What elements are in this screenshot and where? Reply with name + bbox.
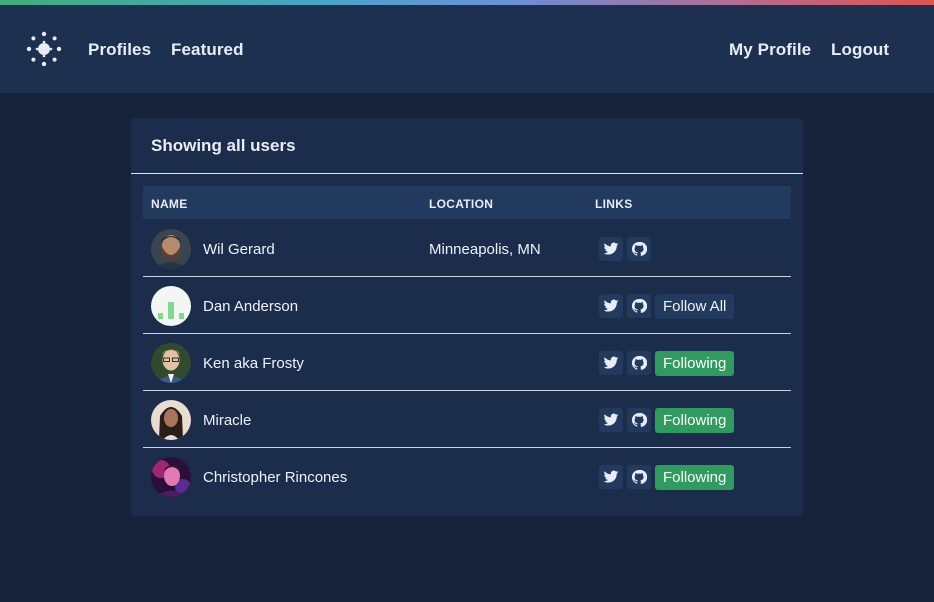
table-row: Wil Gerard Minneapolis, MN <box>143 220 791 277</box>
github-icon[interactable] <box>627 237 651 261</box>
card-title: Showing all users <box>151 136 296 155</box>
twitter-icon[interactable] <box>599 408 623 432</box>
user-location: Minneapolis, MN <box>429 241 541 258</box>
column-header-location: LOCATION <box>429 197 494 211</box>
twitter-icon[interactable] <box>599 351 623 375</box>
following-button[interactable]: Following <box>655 351 735 376</box>
table-row: Miracle Following <box>143 391 791 448</box>
sun-logo-icon[interactable] <box>24 29 64 69</box>
github-icon[interactable] <box>627 465 651 489</box>
nav-my-profile-link[interactable]: My Profile <box>729 40 811 60</box>
following-button[interactable]: Following <box>655 408 735 433</box>
avatar[interactable] <box>151 286 191 326</box>
table-row: Christopher Rincones Following <box>143 448 791 505</box>
follow-all-button[interactable]: Follow All <box>655 294 735 319</box>
column-header-name: NAME <box>151 197 188 211</box>
github-icon[interactable] <box>627 408 651 432</box>
github-icon[interactable] <box>627 294 651 318</box>
avatar[interactable] <box>151 457 191 497</box>
avatar[interactable] <box>151 229 191 269</box>
table-header: NAME LOCATION LINKS <box>143 186 791 219</box>
nav-logout-link[interactable]: Logout <box>831 40 889 60</box>
card-divider <box>131 173 803 174</box>
users-card: Showing all users NAME LOCATION LINKS Wi… <box>131 118 803 516</box>
column-header-links: LINKS <box>595 197 633 211</box>
top-navbar: Profiles Featured My Profile Logout <box>0 5 934 93</box>
twitter-icon[interactable] <box>599 294 623 318</box>
nav-featured-link[interactable]: Featured <box>171 40 244 60</box>
table-row: Dan Anderson Follow All <box>143 277 791 334</box>
user-name[interactable]: Dan Anderson <box>203 298 298 315</box>
nav-profiles-link[interactable]: Profiles <box>88 40 151 60</box>
user-name[interactable]: Ken aka Frosty <box>203 355 304 372</box>
twitter-icon[interactable] <box>599 465 623 489</box>
user-name[interactable]: Wil Gerard <box>203 241 275 258</box>
twitter-icon[interactable] <box>599 237 623 261</box>
avatar[interactable] <box>151 400 191 440</box>
github-icon[interactable] <box>627 351 651 375</box>
user-name[interactable]: Miracle <box>203 412 251 429</box>
avatar[interactable] <box>151 343 191 383</box>
user-name[interactable]: Christopher Rincones <box>203 469 347 486</box>
table-row: Ken aka Frosty Following <box>143 334 791 391</box>
following-button[interactable]: Following <box>655 465 735 490</box>
